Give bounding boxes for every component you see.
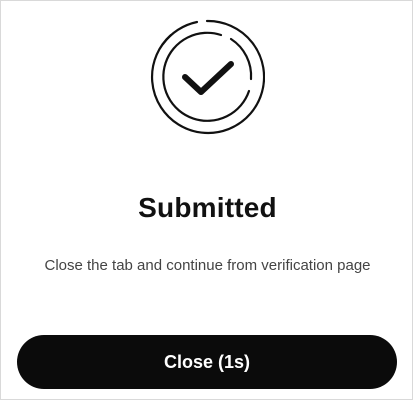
check-circle-icon (150, 19, 265, 135)
dialog-panel: Submitted Close the tab and continue fro… (0, 0, 413, 400)
close-button[interactable]: Close (1s) (17, 335, 397, 389)
status-message: Close the tab and continue from verifica… (44, 257, 371, 274)
page-title: Submitted (138, 192, 277, 223)
